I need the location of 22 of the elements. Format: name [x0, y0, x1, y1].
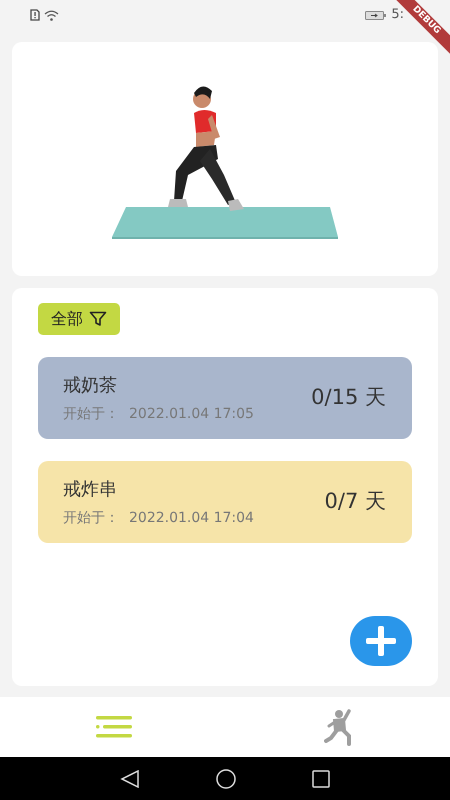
plus-icon: [366, 626, 396, 656]
start-label: 开始于：: [63, 404, 119, 424]
add-button[interactable]: [350, 616, 412, 666]
start-label: 开始于：: [63, 508, 119, 528]
runner-icon[interactable]: [324, 708, 354, 746]
battery-icon: [365, 10, 388, 20]
habit-progress: 0/7 天: [324, 488, 386, 516]
start-time: 2022.01.04 17:05: [129, 404, 254, 424]
habit-title: 戒炸串: [63, 478, 118, 502]
status-time: 5:: [391, 6, 404, 24]
home-icon[interactable]: [216, 768, 236, 788]
filter-icon: [89, 311, 107, 327]
habit-title: 戒奶茶: [63, 374, 118, 398]
habit-progress: 0/15 天: [311, 384, 386, 412]
start-time: 2022.01.04 17:04: [129, 508, 254, 528]
back-icon[interactable]: [120, 770, 140, 788]
sim-alert-icon: [30, 9, 40, 21]
filter-button[interactable]: 全部: [38, 303, 120, 335]
wifi-icon: [44, 10, 59, 20]
recents-icon[interactable]: [312, 770, 330, 788]
habit-card[interactable]: 戒奶茶 开始于： 2022.01.04 17:05 0/15 天: [38, 357, 412, 439]
habit-card[interactable]: 戒炸串 开始于： 2022.01.04 17:04 0/7 天: [38, 461, 412, 543]
